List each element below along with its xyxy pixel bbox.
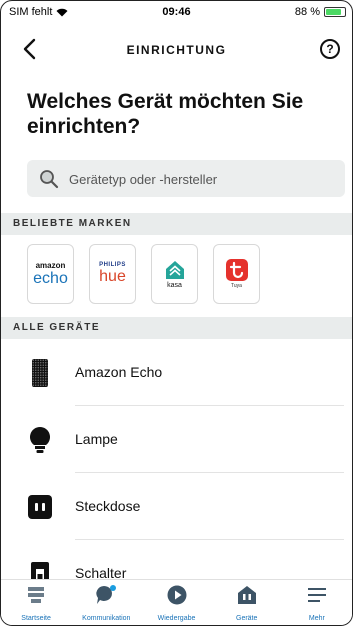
chat-bubble-icon	[96, 585, 117, 604]
help-icon[interactable]: ?	[320, 39, 340, 59]
tuya-logo-icon	[225, 259, 248, 281]
battery-icon	[324, 7, 346, 17]
power-outlet-icon	[28, 495, 52, 519]
kasa-logo-icon	[165, 260, 184, 279]
brand-amazon-small: amazon	[35, 260, 66, 270]
search-input[interactable]	[67, 160, 336, 199]
brand-amazon-big: echo	[33, 269, 68, 287]
device-label: Steckdose	[75, 498, 141, 514]
echo-speaker-icon	[32, 359, 48, 387]
tab-label: Geräte	[236, 615, 258, 622]
setup-question-heading: Welches Gerät möchten Sie einrichten?	[27, 90, 304, 138]
nav-header: EINRICHTUNG ?	[1, 31, 352, 69]
device-label: Amazon Echo	[75, 364, 163, 380]
tab-label: Kommunikation	[82, 615, 131, 622]
brand-tuya-label: Tuya	[231, 283, 242, 289]
search-icon	[40, 170, 59, 189]
tab-more[interactable]: Mehr	[282, 580, 352, 625]
bottom-tab-bar: Startseite Kommunikation Wiedergabe Gerä…	[1, 579, 352, 625]
device-item-lamp[interactable]: Lampe	[1, 406, 352, 473]
brand-philips-hue[interactable]: PHILIPS hue	[89, 244, 136, 304]
tab-home[interactable]: Startseite	[1, 580, 71, 625]
all-devices-label: ALLE GERÄTE	[1, 317, 352, 339]
brand-amazon-echo[interactable]: amazon echo	[27, 244, 74, 304]
tab-label: Mehr	[308, 615, 325, 622]
tab-label: Startseite	[21, 615, 51, 622]
popular-brands-label: BELIEBTE MARKEN	[1, 213, 352, 235]
tab-label: Wiedergabe	[157, 615, 196, 622]
home-icon	[28, 587, 45, 603]
device-label: Lampe	[75, 431, 118, 447]
brand-kasa[interactable]: kasa	[151, 244, 198, 304]
tab-devices[interactable]: Geräte	[212, 580, 282, 625]
brand-hue-big: hue	[99, 268, 126, 285]
tab-play[interactable]: Wiedergabe	[141, 580, 211, 625]
light-bulb-icon	[30, 427, 50, 453]
device-list: Amazon Echo Lampe Steckdose Schalter	[1, 339, 352, 607]
menu-icon	[307, 588, 326, 602]
device-item-outlet[interactable]: Steckdose	[1, 473, 352, 540]
search-bar[interactable]	[27, 160, 345, 199]
device-item-amazon-echo[interactable]: Amazon Echo	[1, 339, 352, 406]
app-frame: SIM fehlt 09:46 88 % EINRICHTUNG ? Welch…	[0, 0, 353, 626]
brand-kasa-label: kasa	[167, 281, 182, 289]
status-bar: SIM fehlt 09:46 88 %	[1, 1, 352, 23]
tab-communicate[interactable]: Kommunikation	[71, 580, 141, 625]
devices-house-icon	[237, 586, 256, 604]
page-title: EINRICHTUNG	[126, 43, 227, 57]
play-icon	[167, 585, 186, 605]
battery-percent: 88 %	[294, 6, 320, 18]
battery-indicator: 88 %	[295, 6, 346, 18]
brand-list: amazon echo PHILIPS hue kasa Tuya	[27, 244, 260, 304]
brand-tuya[interactable]: Tuya	[213, 244, 260, 304]
